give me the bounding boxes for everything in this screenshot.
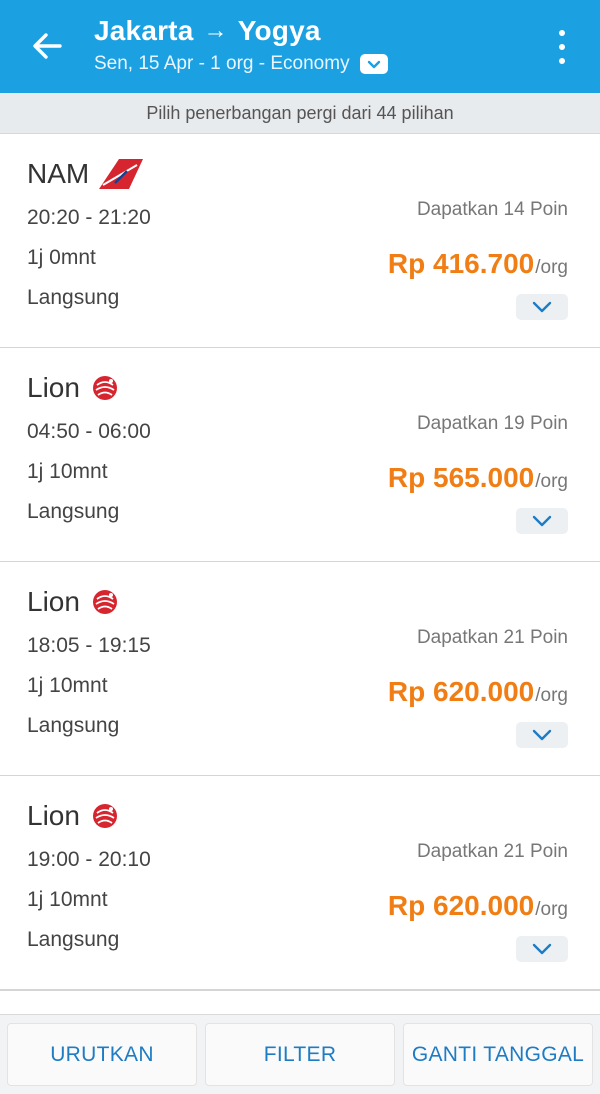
flight-time: 20:20 - 21:20 xyxy=(27,206,151,229)
destination-city: Yogya xyxy=(237,15,321,46)
list-divider xyxy=(0,990,600,991)
app-bar: Jakarta → Yogya Sen, 15 Apr - 1 org - Ec… xyxy=(0,0,600,93)
price-row: Rp 565.000 /org xyxy=(388,462,568,494)
flight-price: Rp 620.000 xyxy=(387,890,535,921)
flight-stops: Langsung xyxy=(27,286,120,309)
airline-name: Lion xyxy=(27,372,80,403)
price-unit: /org xyxy=(535,685,568,706)
flight-card[interactable]: Lion 04:50 - 06:00 1j 10mnt Langsung Dap… xyxy=(0,348,600,562)
route-header: Jakarta → Yogya Sen, 15 Apr - 1 org - Ec… xyxy=(94,15,388,75)
lion-air-logo-icon xyxy=(90,587,120,617)
flight-stops: Langsung xyxy=(27,500,120,523)
airline-name: Lion xyxy=(27,800,80,831)
overflow-menu-button[interactable] xyxy=(554,30,570,64)
reward-points: Dapatkan 19 Poin xyxy=(416,413,568,434)
chevron-down-icon xyxy=(359,54,388,74)
expand-details-button[interactable] xyxy=(516,722,568,748)
flight-price: Rp 565.000 xyxy=(387,462,535,493)
price-unit: /org xyxy=(535,899,568,920)
trip-details: Sen, 15 Apr - 1 org - Economy xyxy=(94,53,350,74)
filter-button[interactable]: FILTER xyxy=(205,1023,395,1086)
chevron-down-icon xyxy=(532,301,552,313)
nam-air-logo-icon xyxy=(99,159,144,189)
results-count-text: Pilih penerbangan pergi dari 44 pilihan xyxy=(146,102,454,123)
flight-time: 18:05 - 19:15 xyxy=(27,634,151,657)
flight-card[interactable]: NAM 20:20 - 21:20 1j 0mnt Langsung Dapat… xyxy=(0,134,600,348)
airline-name: NAM xyxy=(27,158,90,189)
flight-time: 19:00 - 20:10 xyxy=(27,848,151,871)
flight-duration: 1j 0mnt xyxy=(27,246,96,269)
route-title: Jakarta → Yogya xyxy=(94,15,388,47)
airline-name: Lion xyxy=(27,586,80,617)
lion-air-logo-icon xyxy=(90,801,120,831)
back-arrow-icon xyxy=(33,33,62,59)
price-row: Rp 416.700 /org xyxy=(388,248,568,280)
reward-points: Dapatkan 21 Poin xyxy=(416,841,568,862)
flight-price: Rp 416.700 xyxy=(387,248,535,279)
flight-duration: 1j 10mnt xyxy=(27,460,108,483)
reward-points: Dapatkan 21 Poin xyxy=(416,627,568,648)
flight-time: 04:50 - 06:00 xyxy=(27,420,151,443)
chevron-down-icon xyxy=(532,943,552,955)
change-date-button[interactable]: GANTI TANGGAL xyxy=(403,1023,593,1086)
lion-air-logo-icon xyxy=(90,373,120,403)
trip-details-toggle[interactable]: Sen, 15 Apr - 1 org - Economy xyxy=(94,53,388,75)
flight-stops: Langsung xyxy=(27,928,120,951)
price-row: Rp 620.000 /org xyxy=(388,890,568,922)
expand-details-button[interactable] xyxy=(516,294,568,320)
more-vert-icon xyxy=(559,30,565,36)
flight-duration: 1j 10mnt xyxy=(27,674,108,697)
flight-stops: Langsung xyxy=(27,714,120,737)
bottom-action-bar: URUTKAN FILTER GANTI TANGGAL xyxy=(0,1014,600,1094)
price-unit: /org xyxy=(535,257,568,278)
origin-city: Jakarta xyxy=(94,15,194,46)
flight-list: NAM 20:20 - 21:20 1j 0mnt Langsung Dapat… xyxy=(0,134,600,990)
flight-duration: 1j 10mnt xyxy=(27,888,108,911)
chevron-down-icon xyxy=(532,515,552,527)
reward-points: Dapatkan 14 Poin xyxy=(416,199,568,220)
flight-card[interactable]: Lion 19:00 - 20:10 1j 10mnt Langsung Dap… xyxy=(0,776,600,990)
price-row: Rp 620.000 /org xyxy=(388,676,568,708)
expand-details-button[interactable] xyxy=(516,508,568,534)
flight-card[interactable]: Lion 18:05 - 19:15 1j 10mnt Langsung Dap… xyxy=(0,562,600,776)
back-button[interactable] xyxy=(20,22,74,70)
results-info-bar: Pilih penerbangan pergi dari 44 pilihan xyxy=(0,93,600,134)
price-unit: /org xyxy=(535,471,568,492)
flight-price: Rp 620.000 xyxy=(387,676,535,707)
chevron-down-icon xyxy=(532,729,552,741)
route-arrow: → xyxy=(203,17,228,44)
expand-details-button[interactable] xyxy=(516,936,568,962)
sort-button[interactable]: URUTKAN xyxy=(7,1023,197,1086)
